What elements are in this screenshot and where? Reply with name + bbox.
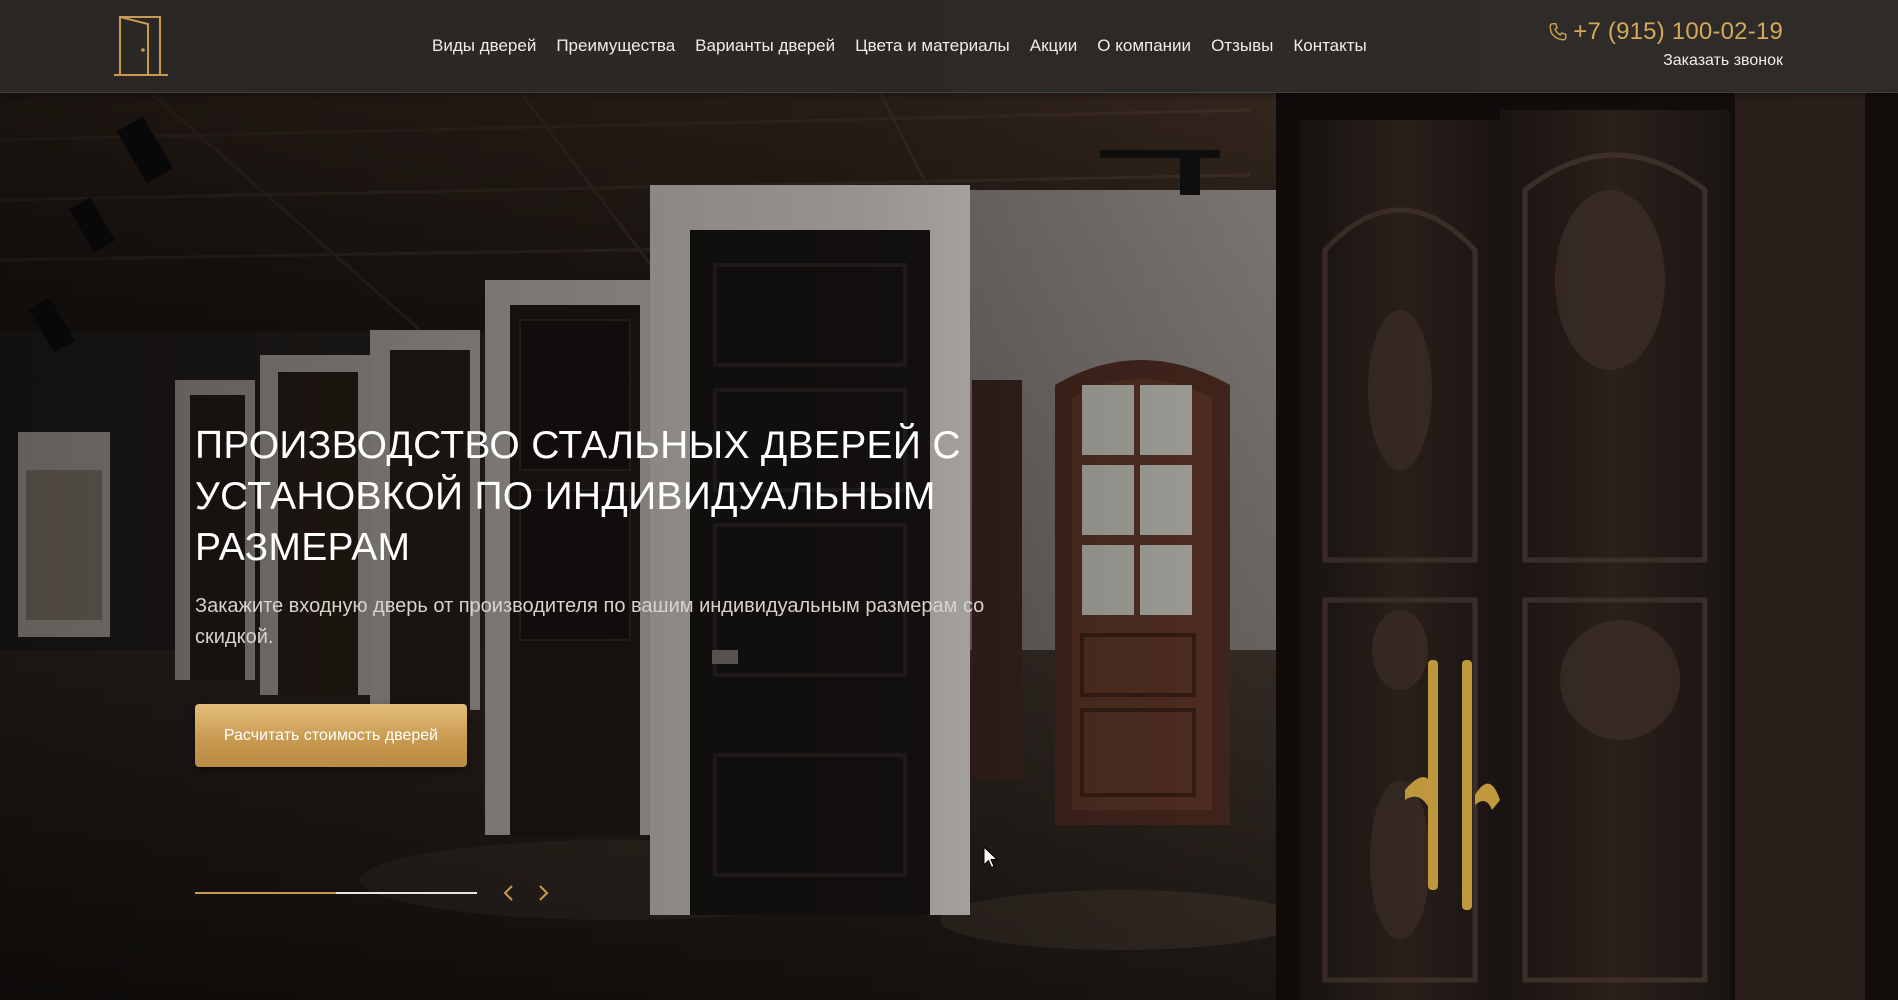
mouse-cursor-icon <box>983 845 999 870</box>
nav-item-door-types[interactable]: Виды дверей <box>432 36 536 56</box>
site-header: Виды дверей Преимущества Варианты дверей… <box>0 0 1898 93</box>
hero-subtitle: Закажите входную дверь от производителя … <box>195 595 985 648</box>
phone-row[interactable]: +7 (915) 100-02-19 <box>1547 18 1783 46</box>
hero-title-line: УСТАНОВКОЙ ПО ИНДИВИДУАЛЬНЫМ <box>195 475 936 518</box>
nav-item-reviews[interactable]: Отзывы <box>1211 36 1273 56</box>
hero-title-line: ПРОИЗВОДСТВО СТАЛЬНЫХ ДВЕРЕЙ С <box>195 424 961 467</box>
phone-number[interactable]: +7 (915) 100-02-19 <box>1573 18 1783 46</box>
chevron-left-icon[interactable] <box>496 880 522 906</box>
hero-title-line: РАЗМЕРАМ <box>195 526 411 569</box>
slider-progress <box>195 892 477 894</box>
calculate-cost-button[interactable]: Расчитать стоимость дверей <box>195 704 467 767</box>
nav-item-promotions[interactable]: Акции <box>1030 36 1078 56</box>
nav-item-about[interactable]: О компании <box>1097 36 1191 56</box>
header-contact: +7 (915) 100-02-19 Заказать звонок <box>1547 18 1783 70</box>
phone-icon <box>1547 21 1569 43</box>
nav-item-door-variants[interactable]: Варианты дверей <box>695 36 835 56</box>
page: Виды дверей Преимущества Варианты дверей… <box>0 0 1898 1000</box>
nav-item-colors-materials[interactable]: Цвета и материалы <box>855 36 1010 56</box>
nav-item-advantages[interactable]: Преимущества <box>556 36 675 56</box>
hero-title: ПРОИЗВОДСТВО СТАЛЬНЫХ ДВЕРЕЙ С УСТАНОВКО… <box>195 420 1055 573</box>
hero-content: ПРОИЗВОДСТВО СТАЛЬНЫХ ДВЕРЕЙ С УСТАНОВКО… <box>195 420 1055 653</box>
chevron-right-icon[interactable] <box>530 880 556 906</box>
callback-link[interactable]: Заказать звонок <box>1547 52 1783 70</box>
nav-item-contacts[interactable]: Контакты <box>1293 36 1366 56</box>
door-logo-icon[interactable] <box>114 14 168 78</box>
slider-progress-fill <box>195 892 336 894</box>
main-nav: Виды дверей Преимущества Варианты дверей… <box>432 36 1387 56</box>
